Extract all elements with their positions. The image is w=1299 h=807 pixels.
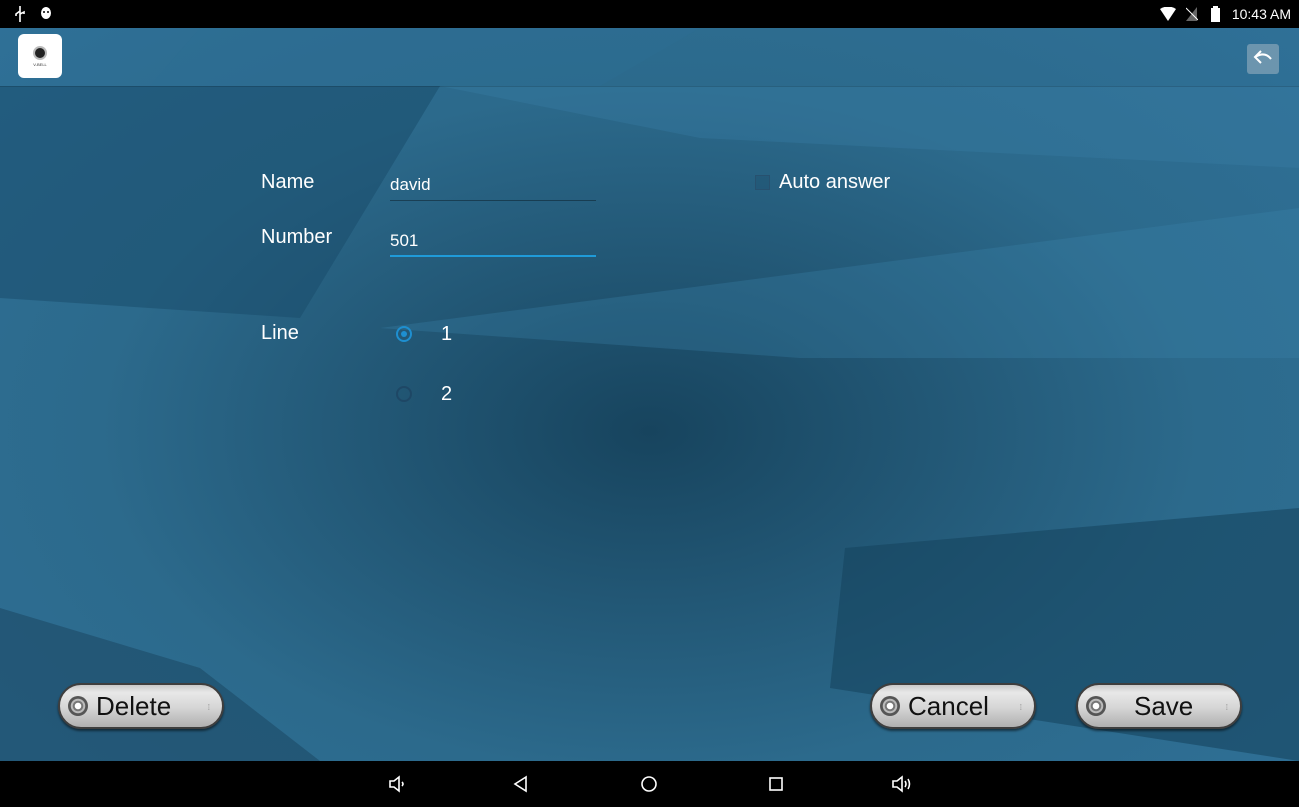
line-label: Line — [261, 322, 299, 344]
line-1-label[interactable]: 1 — [441, 323, 452, 346]
delete-button[interactable]: Delete ⁞ — [58, 683, 224, 729]
volume-up-icon[interactable] — [891, 773, 913, 795]
delete-button-label: Delete — [96, 690, 172, 721]
camera-lens-icon — [1086, 696, 1106, 716]
line-2-label[interactable]: 2 — [441, 383, 452, 406]
auto-answer-checkbox[interactable] — [755, 175, 770, 190]
auto-answer-label[interactable]: Auto answer — [779, 171, 890, 194]
app-bar: V-BELL — [0, 28, 1299, 87]
number-label: Number — [261, 226, 333, 248]
no-sim-icon — [1184, 6, 1200, 22]
nav-bar — [0, 761, 1299, 807]
volume-down-icon[interactable] — [386, 773, 408, 795]
name-field[interactable] — [390, 172, 596, 198]
name-label: Name — [261, 171, 315, 193]
cancel-button-label: Cancel — [908, 690, 989, 721]
save-button[interactable]: Save ⁞ — [1076, 683, 1242, 729]
android-debug-icon — [38, 6, 54, 22]
back-icon[interactable] — [510, 773, 532, 795]
logo-camera-icon — [33, 45, 47, 60]
line-2-radio[interactable] — [396, 386, 412, 402]
name-field-underline — [390, 200, 596, 201]
line-1-radio[interactable] — [396, 326, 412, 342]
status-bar: 10:43 AM — [0, 0, 1299, 28]
grip-icon: ⁞ — [1225, 703, 1228, 712]
wifi-icon — [1159, 6, 1176, 22]
grip-icon: ⁞ — [207, 703, 210, 712]
camera-lens-icon — [68, 696, 88, 716]
background-shapes — [0, 28, 1299, 761]
usb-icon — [12, 6, 28, 22]
number-field[interactable] — [390, 228, 596, 254]
reply-back-icon — [1253, 49, 1273, 70]
home-icon[interactable] — [638, 773, 660, 795]
grip-icon: ⁞ — [1019, 703, 1022, 712]
main-screen: V-BELL Name Number Auto answer Line 1 2 … — [0, 28, 1299, 761]
back-button[interactable] — [1247, 44, 1279, 74]
logo-text: V-BELL — [33, 61, 47, 67]
battery-icon — [1208, 6, 1224, 22]
save-button-label: Save — [1134, 690, 1194, 721]
status-bar-right: 10:43 AM — [1159, 6, 1299, 22]
recents-icon[interactable] — [765, 773, 787, 795]
cancel-button[interactable]: Cancel ⁞ — [870, 683, 1036, 729]
status-bar-left — [0, 6, 54, 22]
app-logo[interactable]: V-BELL — [18, 34, 62, 78]
number-field-underline — [390, 255, 596, 257]
camera-lens-icon — [880, 696, 900, 716]
status-time: 10:43 AM — [1231, 6, 1291, 22]
